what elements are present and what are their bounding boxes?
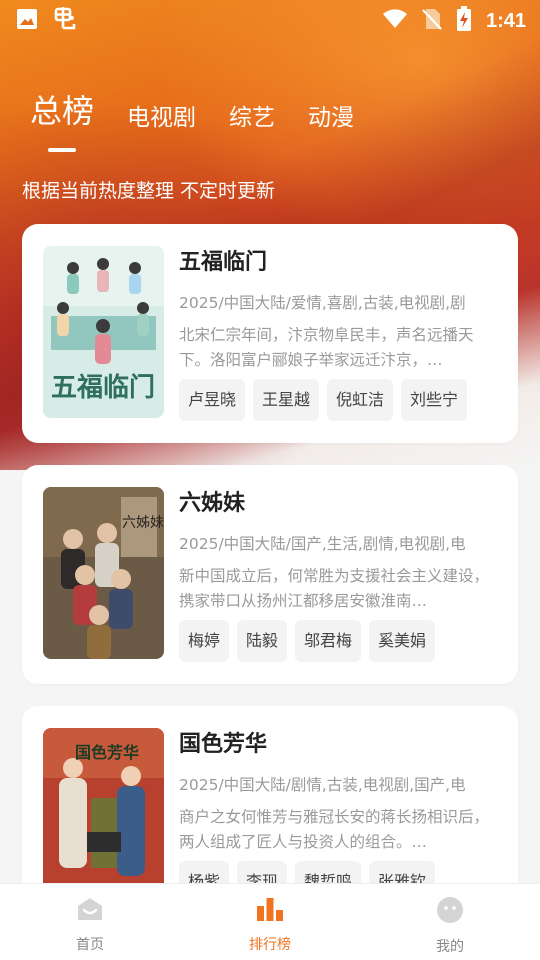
poster-image[interactable]: 六姊妹	[43, 487, 164, 659]
category-tabs: 总榜 电视剧 综艺 动漫	[30, 86, 387, 152]
image-icon	[16, 8, 38, 34]
nav-label: 首页	[76, 937, 104, 953]
nav-label: 排行榜	[249, 937, 291, 953]
tab-label: 动漫	[308, 105, 355, 131]
nav-ranking[interactable]: 排行榜	[180, 884, 360, 960]
cast-tag[interactable]: 王星越	[253, 379, 320, 421]
poster-title: 五福临门	[51, 372, 155, 403]
cast-tag[interactable]: 奚美娟	[369, 620, 436, 662]
show-title: 六姊妹	[179, 491, 246, 516]
tab-label: 电视剧	[127, 105, 197, 131]
tab-anime[interactable]: 动漫	[308, 98, 354, 132]
bottom-nav: 首页 排行榜 我的	[0, 883, 540, 960]
nav-label: 我的	[436, 939, 464, 955]
cast-tag[interactable]: 刘些宁	[401, 379, 468, 421]
cast-tag[interactable]: 陆毅	[237, 620, 288, 662]
cast-tags: 梅婷 陆毅 邬君梅 奚美娟	[179, 620, 493, 662]
poster-image[interactable]: 国色芳华	[43, 728, 164, 900]
show-description: 商户之女何惟芳与雅冠长安的蒋长扬相识后，两人组成了匠人与投资人的组合。…	[179, 808, 490, 851]
cast-tag[interactable]: 邬君梅	[295, 620, 362, 662]
bug-icon	[52, 6, 78, 36]
cast-tag[interactable]: 倪虹洁	[327, 379, 394, 421]
show-title: 五福临门	[179, 250, 268, 275]
ranking-list: 五福临门 五福临门 2025/中国大陆/爱情,喜剧,古装,电视剧,剧 北宋仁宗年…	[22, 224, 518, 947]
show-meta: 2025/中国大陆/爱情,喜剧,古装,电视剧,剧	[179, 294, 466, 312]
show-description: 北宋仁宗年间，汴京物阜民丰，声名远播天下。洛阳富户郦娘子举家远迁汴京，…	[179, 326, 474, 369]
smiley-face-icon	[436, 896, 464, 928]
tab-label: 综艺	[229, 105, 276, 131]
active-tab-indicator	[48, 148, 76, 152]
nav-home[interactable]: 首页	[0, 884, 180, 960]
poster-image[interactable]: 五福临门	[43, 246, 164, 418]
tab-overall[interactable]: 总榜	[30, 86, 95, 152]
show-card[interactable]: 六姊妹 六姊妹 2025/中国大陆/国产,生活,剧情,电视剧,电 新中国成立后，…	[22, 465, 518, 684]
bar-chart-icon	[256, 896, 284, 926]
cast-tags: 卢昱晓 王星越 倪虹洁 刘些宁	[179, 379, 493, 421]
poster-title: 国色芳华	[75, 743, 139, 762]
home-icon	[76, 896, 104, 926]
cast-tag[interactable]: 卢昱晓	[179, 379, 246, 421]
nav-profile[interactable]: 我的	[360, 884, 540, 960]
show-description: 新中国成立后，何常胜为支援社会主义建设，携家带口从扬州江都移居安徽淮南…	[179, 567, 490, 610]
tab-tv-series[interactable]: 电视剧	[127, 98, 196, 132]
cast-tag[interactable]: 梅婷	[179, 620, 230, 662]
ranking-subtitle: 根据当前热度整理 不定时更新	[22, 180, 276, 202]
status-bar: 1:41	[0, 0, 540, 38]
show-meta: 2025/中国大陆/剧情,古装,电视剧,国产,电	[179, 776, 466, 794]
show-title: 国色芳华	[179, 732, 268, 757]
tab-variety[interactable]: 综艺	[229, 98, 275, 132]
show-card[interactable]: 五福临门 五福临门 2025/中国大陆/爱情,喜剧,古装,电视剧,剧 北宋仁宗年…	[22, 224, 518, 443]
show-meta: 2025/中国大陆/国产,生活,剧情,电视剧,电	[179, 535, 466, 553]
wifi-icon	[382, 8, 408, 34]
status-time: 1:41	[485, 9, 526, 32]
tab-label: 总榜	[30, 92, 95, 130]
poster-title: 六姊妹	[122, 515, 164, 531]
battery-charging-icon	[456, 6, 472, 36]
no-sim-icon	[422, 7, 442, 35]
